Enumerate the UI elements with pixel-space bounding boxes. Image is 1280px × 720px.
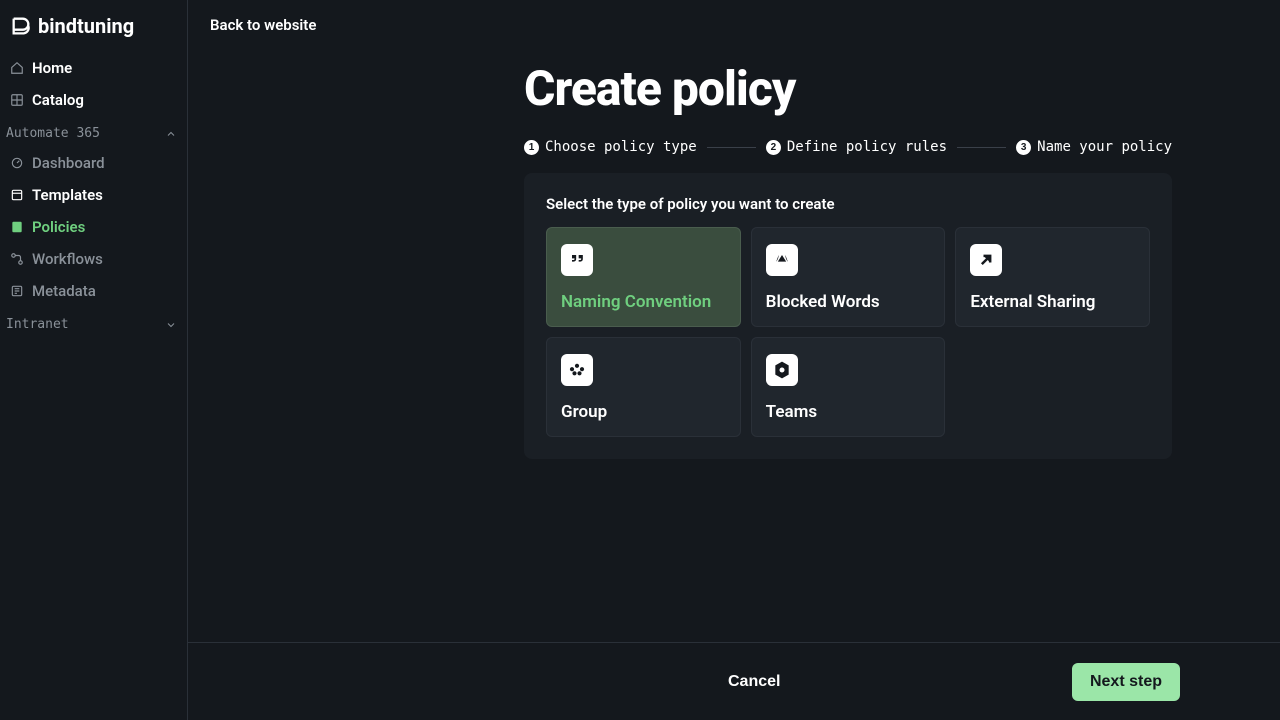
main: Back to website Create policy 1 Choose p… [188,0,1280,720]
policy-type-panel: Select the type of policy you want to cr… [524,173,1172,459]
catalog-icon [10,93,24,107]
brand-icon [10,15,32,37]
brand-logo[interactable]: bindtuning [0,14,187,52]
policy-card-external-sharing[interactable]: External Sharing [955,227,1150,327]
step-3: 3 Name your policy [1016,139,1172,155]
cancel-button[interactable]: Cancel [728,673,780,691]
step-divider [957,147,1006,148]
policy-card-label: Blocked Words [766,292,931,312]
policy-card-label: Teams [766,402,931,422]
sidebar-item-dashboard[interactable]: Dashboard [0,147,187,179]
chevron-down-icon [165,319,177,331]
sidebar-item-label: Metadata [32,282,96,300]
step-number-icon: 1 [524,140,539,155]
sidebar-item-label: Templates [32,186,103,204]
footer: Cancel Next step [188,642,1280,720]
policy-card-label: Naming Convention [561,292,726,312]
sidebar-item-metadata[interactable]: Metadata [0,275,187,307]
sidebar-section-label: Intranet [6,317,69,332]
step-label: Define policy rules [787,139,947,155]
sidebar-item-label: Home [32,59,72,77]
chevron-up-icon [165,128,177,140]
sidebar-section-intranet[interactable]: Intranet [0,307,187,338]
step-2: 2 Define policy rules [766,139,947,155]
brand-name: bindtuning [38,14,134,38]
workflows-icon [10,252,24,266]
metadata-icon [10,284,24,298]
templates-icon [10,188,24,202]
content: Create policy 1 Choose policy type 2 Def… [188,50,1280,642]
sidebar-item-workflows[interactable]: Workflows [0,243,187,275]
policy-card-blocked-words[interactable]: Blocked Words [751,227,946,327]
quote-icon [561,244,593,276]
sidebar-item-label: Workflows [32,250,103,268]
policy-card-group[interactable]: Group [546,337,741,437]
step-1: 1 Choose policy type [524,139,697,155]
sidebar-section-label: Automate 365 [6,126,100,141]
back-link[interactable]: Back to website [210,16,316,34]
teams-icon [766,354,798,386]
policy-card-grid: Naming Convention Blocked Words External… [546,227,1150,437]
policy-card-teams[interactable]: Teams [751,337,946,437]
sidebar-item-templates[interactable]: Templates [0,179,187,211]
policy-card-naming-convention[interactable]: Naming Convention [546,227,741,327]
sidebar-section-automate[interactable]: Automate 365 [0,116,187,147]
sidebar-item-label: Catalog [32,91,84,109]
panel-title: Select the type of policy you want to cr… [546,195,1150,213]
stepper: 1 Choose policy type 2 Define policy rul… [524,139,1172,155]
step-label: Name your policy [1037,139,1172,155]
step-label: Choose policy type [545,139,697,155]
topbar: Back to website [188,0,1280,50]
policies-icon [10,220,24,234]
translate-icon [766,244,798,276]
sidebar-item-label: Policies [32,218,85,236]
policy-card-label: External Sharing [970,292,1135,312]
sidebar-item-catalog[interactable]: Catalog [0,84,187,116]
arrow-up-right-icon [970,244,1002,276]
home-icon [10,61,24,75]
next-step-button[interactable]: Next step [1072,663,1180,701]
sidebar-item-home[interactable]: Home [0,52,187,84]
sidebar-item-policies[interactable]: Policies [0,211,187,243]
step-number-icon: 2 [766,140,781,155]
step-number-icon: 3 [1016,140,1031,155]
policy-card-label: Group [561,402,726,422]
dashboard-icon [10,156,24,170]
sidebar: bindtuning Home Catalog Automate 365 Das… [0,0,188,720]
step-divider [707,147,756,148]
group-icon [561,354,593,386]
sidebar-item-label: Dashboard [32,154,105,172]
page-title: Create policy [524,60,1172,117]
